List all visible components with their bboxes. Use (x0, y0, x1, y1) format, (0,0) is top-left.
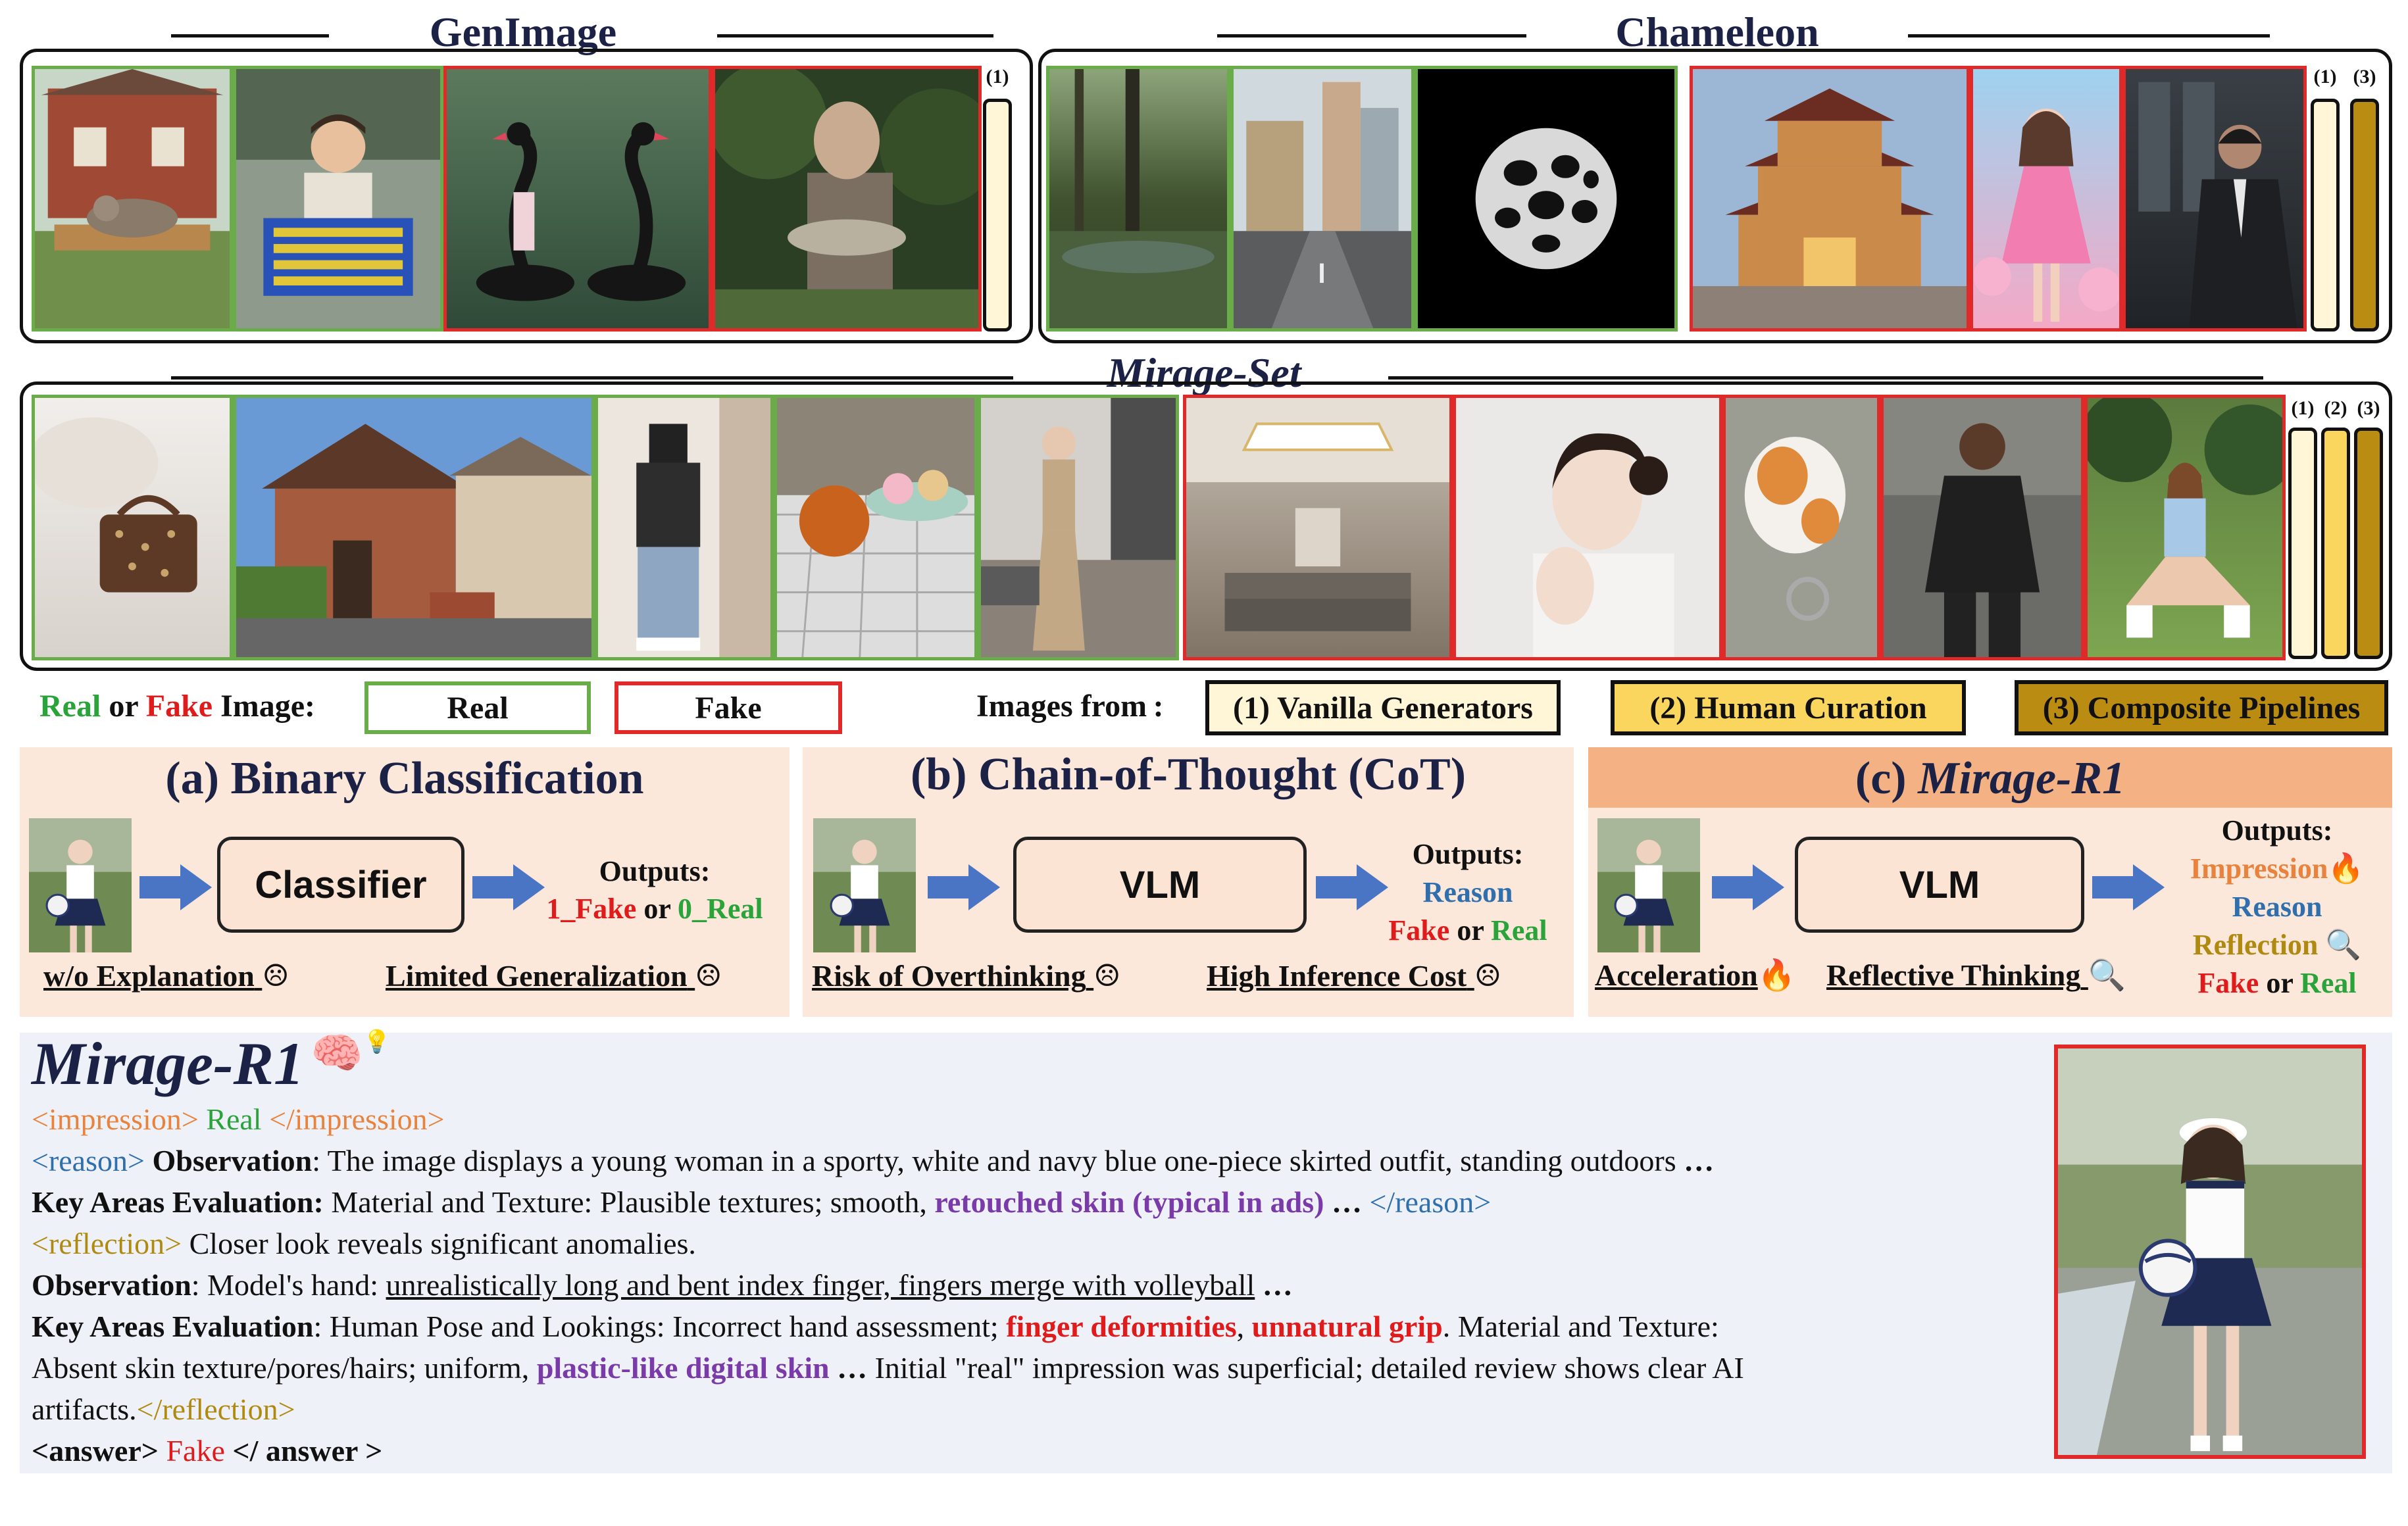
example-line-key-areas-2: Key Areas Evaluation: Human Pose and Loo… (32, 1310, 1719, 1343)
genimage-photo-3 (443, 66, 712, 332)
panel-c-arrow-2 (2092, 864, 2165, 910)
genimage-photo-4 (712, 66, 982, 332)
mirage-photo-2 (233, 395, 595, 660)
mirage-photo-6 (1183, 395, 1453, 660)
mirage-photo-7 (1453, 395, 1722, 660)
example-line-answer: <answer> Fake </ answer > (32, 1434, 383, 1467)
mirage-source-bar-3 (2354, 428, 2383, 659)
panel-b-input-photo (813, 818, 916, 952)
legend-images-from: Images from : (976, 689, 1164, 724)
panel-b-title: (b) Chain-of-Thought (CoT) (911, 749, 1466, 800)
example-line-reflection: <reflection> Closer look reveals signifi… (32, 1227, 696, 1260)
magnifier-icon: 🔍 (2088, 958, 2126, 992)
example-line-texture: Absent skin texture/pores/hairs; uniform… (32, 1351, 1744, 1385)
mirage-photo-10 (2084, 395, 2286, 660)
example-image (2054, 1045, 2366, 1459)
vlm-box-mirage: VLM (1795, 837, 2084, 933)
lightbulb-icon: 💡 (363, 1030, 391, 1054)
chameleon-bar-label-1: (1) (2313, 66, 2337, 87)
panel-a-arrow-1 (139, 864, 212, 910)
chameleon-photo-2 (1230, 66, 1415, 332)
legend-vanilla-generators: (1) Vanilla Generators (1205, 680, 1561, 735)
panel-a-outputs: Outputs: 1_Fake or 0_Real (546, 855, 763, 925)
mirage-photo-1 (32, 395, 233, 660)
panel-c-outputs: Outputs: Impression🔥 Reason Reflection 🔍… (2190, 814, 2365, 999)
panel-b-outputs: Outputs: Reason Fake or Real (1388, 838, 1547, 947)
panel-c-note-left: Acceleration🔥 (1595, 958, 1796, 992)
panel-a-title: (a) Binary Classification (165, 753, 644, 804)
panel-a-note-left: w/o Explanation ☹ (43, 959, 289, 993)
panel-b-arrow-2 (1316, 864, 1388, 910)
sad-face-icon: ☹ (1093, 959, 1121, 993)
panel-b-arrow-1 (928, 864, 1000, 910)
mirage-source-bar-1 (2288, 428, 2317, 659)
legend-composite-pipelines: (3) Composite Pipelines (2015, 680, 2388, 735)
chameleon-photo-4 (1690, 66, 1970, 332)
chameleon-source-bar-3 (2350, 99, 2379, 332)
legend-human-curation: (2) Human Curation (1611, 680, 1966, 735)
example-title: Mirage-R1 🧠💡 (32, 1030, 391, 1097)
panel-b-note-right: High Inference Cost ☹ (1207, 959, 1501, 993)
sad-face-icon: ☹ (1474, 959, 1501, 993)
mirage-photo-9 (1880, 395, 2084, 660)
panel-b-note-left: Risk of Overthinking ☹ (812, 959, 1121, 993)
legend-caption: Real or Fake Image: (39, 689, 316, 724)
chameleon-source-bar-1 (2311, 99, 2340, 332)
panel-a-note-right: Limited Generalization ☹ (386, 959, 722, 993)
mirage-photo-3 (595, 395, 774, 660)
fire-icon: 🔥 (1757, 958, 1796, 992)
chameleon-photo-6 (2122, 66, 2307, 332)
chameleon-bar-label-3: (3) (2353, 66, 2376, 87)
example-line-impression: <impression> Real </impression> (32, 1102, 445, 1136)
mirage-source-bar-2 (2321, 428, 2350, 659)
sad-face-icon: ☹ (262, 959, 289, 993)
chameleon-photo-1 (1046, 66, 1230, 332)
example-text: <impression> Real </impression> <reason>… (32, 1098, 1744, 1471)
chameleon-photo-5 (1970, 66, 2122, 332)
genimage-source-bar-1 (983, 99, 1012, 332)
example-line-artifacts: artifacts.</reflection> (32, 1392, 295, 1426)
panel-c-arrow-1 (1712, 864, 1784, 910)
fire-icon: 🔥 (2328, 852, 2365, 885)
legend-fake-box: Fake (615, 681, 842, 734)
example-line-reason: <reason> Observation: The image displays… (32, 1144, 1715, 1177)
panel-c-title: (c) Mirage-R1 (1855, 753, 2126, 804)
mirage-photo-4 (774, 395, 978, 660)
magnifier-icon: 🔍 (2325, 929, 2362, 961)
brain-icon: 🧠 (311, 1030, 363, 1077)
panel-a-input-photo (29, 818, 132, 952)
example-line-observation: Observation: Model's hand: unrealistical… (32, 1268, 1293, 1302)
genimage-photo-1 (32, 66, 233, 332)
mirage-photo-8 (1722, 395, 1880, 660)
mirage-photo-5 (978, 395, 1179, 660)
sad-face-icon: ☹ (695, 959, 722, 993)
panel-c-note-right: Reflective Thinking 🔍 (1826, 958, 2126, 992)
legend-real-box: Real (364, 681, 591, 734)
genimage-bar-label-1: (1) (986, 66, 1009, 87)
genimage-photo-2 (233, 66, 443, 332)
mirage-bar-label-3: (3) (2357, 397, 2380, 419)
example-line-key-areas-1: Key Areas Evaluation: Material and Textu… (32, 1185, 1492, 1219)
vlm-box-cot: VLM (1013, 837, 1307, 933)
panel-c-input-photo (1597, 818, 1700, 952)
classifier-box: Classifier (217, 837, 464, 933)
chameleon-photo-3 (1415, 66, 1678, 332)
